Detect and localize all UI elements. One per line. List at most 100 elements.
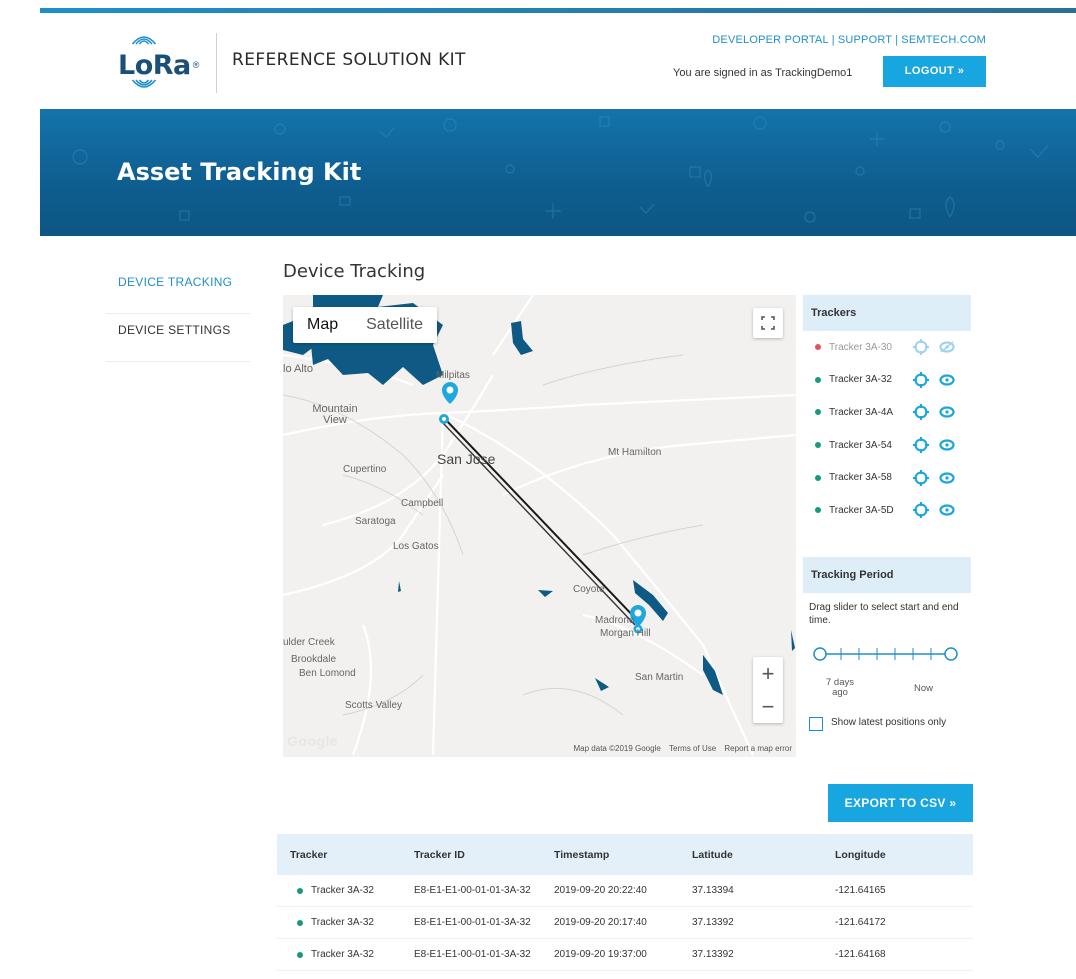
tracker-name: Tracker 3A-54 (829, 439, 892, 451)
link-separator: | (831, 34, 835, 46)
latest-positions-option[interactable]: Show latest positions only (809, 717, 951, 731)
sidebar-item-device-tracking[interactable]: DEVICE TRACKING (106, 266, 250, 314)
tracker-cell-name: Tracker 3A-32 (311, 885, 374, 896)
visibility-eye-icon[interactable] (939, 406, 955, 419)
column-header-tracker-id: Tracker ID (414, 848, 465, 861)
map-label: Milpitas (436, 370, 470, 381)
visibility-eye-icon[interactable] (939, 504, 955, 516)
latest-positions-label: Show latest positions only (831, 717, 947, 728)
visibility-eye-icon[interactable] (939, 341, 955, 353)
tracker-cell: Tracker 3A-32 (277, 949, 414, 960)
tab-map[interactable]: Map (293, 307, 352, 343)
status-dot (297, 951, 303, 958)
trackers-panel: Trackers Tracker 3A-30 Tracker 3A-32 Track… (803, 295, 971, 527)
trackers-heading: Trackers (803, 295, 971, 331)
column-header-latitude: Latitude (692, 848, 733, 861)
longitude-cell: -121.64172 (835, 917, 886, 928)
tracker-item[interactable]: Tracker 3A-4A (803, 396, 971, 429)
side-nav: DEVICE TRACKING DEVICE SETTINGS (106, 266, 250, 362)
slider-end-label: Now (914, 683, 934, 694)
tracker-cell-name: Tracker 3A-32 (311, 917, 374, 928)
status-dot (815, 409, 821, 416)
tracker-item[interactable]: Tracker 3A-58 (803, 461, 971, 494)
fullscreen-button[interactable] (753, 308, 783, 338)
semtech-link[interactable]: SEMTECH.COM (901, 34, 986, 46)
map-label: San Jose (437, 451, 496, 467)
visibility-eye-icon[interactable] (939, 374, 955, 386)
sidebar-item-device-settings[interactable]: DEVICE SETTINGS (106, 314, 250, 362)
tracker-item[interactable]: Tracker 3A-32 (803, 364, 971, 397)
zoom-controls: + − (753, 657, 783, 723)
map-label: San Martin (635, 672, 684, 683)
table-header: Tracker Tracker ID Timestamp Latitude Lo… (277, 834, 973, 875)
report-map-error-link[interactable]: Report a map error (724, 744, 792, 753)
signed-in-text: You are signed in as TrackingDemo1 (673, 67, 853, 79)
slider-end-handle (944, 647, 958, 661)
developer-portal-link[interactable]: DEVELOPER PORTAL (712, 34, 829, 46)
tracker-item[interactable]: Tracker 3A-5D (803, 494, 971, 527)
slider-start-label: 7 days ago (826, 677, 854, 698)
latitude-cell: 37.13392 (692, 917, 734, 928)
locate-target-icon[interactable] (913, 469, 929, 486)
map-label: Mountain View (312, 403, 358, 426)
locate-target-icon[interactable] (913, 404, 929, 421)
status-dot (815, 474, 821, 481)
google-logo: Google (287, 733, 339, 749)
table-body: Tracker 3A-32 E8-E1-E1-00-01-01-3A-32 2019… (277, 875, 973, 971)
tracker-item[interactable]: Tracker 3A-54 (803, 429, 971, 462)
logo-registered-mark: ® (192, 60, 200, 70)
timestamp-cell: 2019-09-20 20:22:40 (554, 885, 647, 896)
timestamp-cell: 2019-09-20 20:17:40 (554, 917, 647, 928)
table-row[interactable]: Tracker 3A-32 E8-E1-E1-00-01-01-3A-32 2019… (277, 939, 973, 971)
hero-banner: Asset Tracking Kit (40, 109, 1076, 236)
locate-target-icon[interactable] (913, 502, 929, 519)
map-label: Campbell (401, 498, 444, 509)
logo-word: LoRa (118, 49, 191, 81)
zoom-out-button[interactable]: − (753, 690, 783, 723)
map-label: Mt Hamilton (608, 447, 662, 458)
signal-arcs-icon (131, 36, 157, 45)
visibility-eye-icon[interactable] (939, 472, 955, 484)
status-dot (815, 376, 821, 383)
support-link[interactable]: SUPPORT (838, 34, 892, 46)
tracker-cell: Tracker 3A-32 (277, 885, 414, 896)
visibility-eye-icon[interactable] (939, 439, 955, 451)
column-header-longitude: Longitude (835, 848, 886, 861)
tracker-item[interactable]: Tracker 3A-30 (803, 331, 971, 364)
map-label: Los Gatos (393, 541, 439, 552)
table-row[interactable]: Tracker 3A-32 E8-E1-E1-00-01-01-3A-32 2019… (277, 875, 973, 907)
tracking-period-heading: Tracking Period (803, 557, 971, 593)
logout-button[interactable]: LOGOUT » (883, 56, 986, 87)
site-header: LoRa ® REFERENCE SOLUTION KIT DEVELOPER … (40, 13, 1076, 109)
time-range-slider[interactable] (813, 645, 958, 663)
tab-satellite[interactable]: Satellite (352, 307, 437, 343)
tracker-cell-name: Tracker 3A-32 (311, 949, 374, 960)
locate-target-icon[interactable] (913, 371, 929, 388)
slider-instructions: Drag slider to select start and end time… (809, 602, 959, 626)
slider-start-handle (813, 647, 827, 661)
tracker-id-cell: E8-E1-E1-00-01-01-3A-32 (414, 885, 531, 896)
top-links: DEVELOPER PORTAL | SUPPORT | SEMTECH.COM (712, 34, 986, 46)
signal-arcs-bottom-icon (131, 79, 157, 88)
terms-of-use-link[interactable]: Terms of Use (669, 744, 716, 753)
latitude-cell: 37.13394 (692, 885, 734, 896)
tracker-name: Tracker 3A-32 (829, 374, 892, 386)
longitude-cell: -121.64165 (835, 885, 886, 896)
locate-target-icon[interactable] (913, 339, 929, 356)
locate-target-icon[interactable] (913, 437, 929, 454)
map-label: Ben Lomond (299, 668, 356, 679)
tracking-map[interactable]: Map Satellite + − lo Alto Milpitas Mount… (283, 295, 796, 757)
lora-logo[interactable]: LoRa ® (118, 36, 200, 88)
tracking-period-panel: Tracking Period Drag slider to select st… (803, 557, 971, 750)
map-data-credit: Map data ©2019 Google (573, 744, 661, 753)
timestamp-cell: 2019-09-20 19:37:00 (554, 949, 647, 960)
export-csv-button[interactable]: EXPORT TO CSV » (828, 784, 973, 822)
longitude-cell: -121.64168 (835, 949, 886, 960)
latest-positions-checkbox[interactable] (809, 717, 823, 731)
map-label: Morgan Hill (600, 628, 651, 639)
page-title: Device Tracking (283, 261, 426, 282)
map-footer: Map data ©2019 Google Terms of Use Repor… (568, 744, 792, 753)
zoom-in-button[interactable]: + (753, 657, 783, 690)
table-row[interactable]: Tracker 3A-32 E8-E1-E1-00-01-01-3A-32 2019… (277, 907, 973, 939)
latitude-cell: 37.13392 (692, 949, 734, 960)
